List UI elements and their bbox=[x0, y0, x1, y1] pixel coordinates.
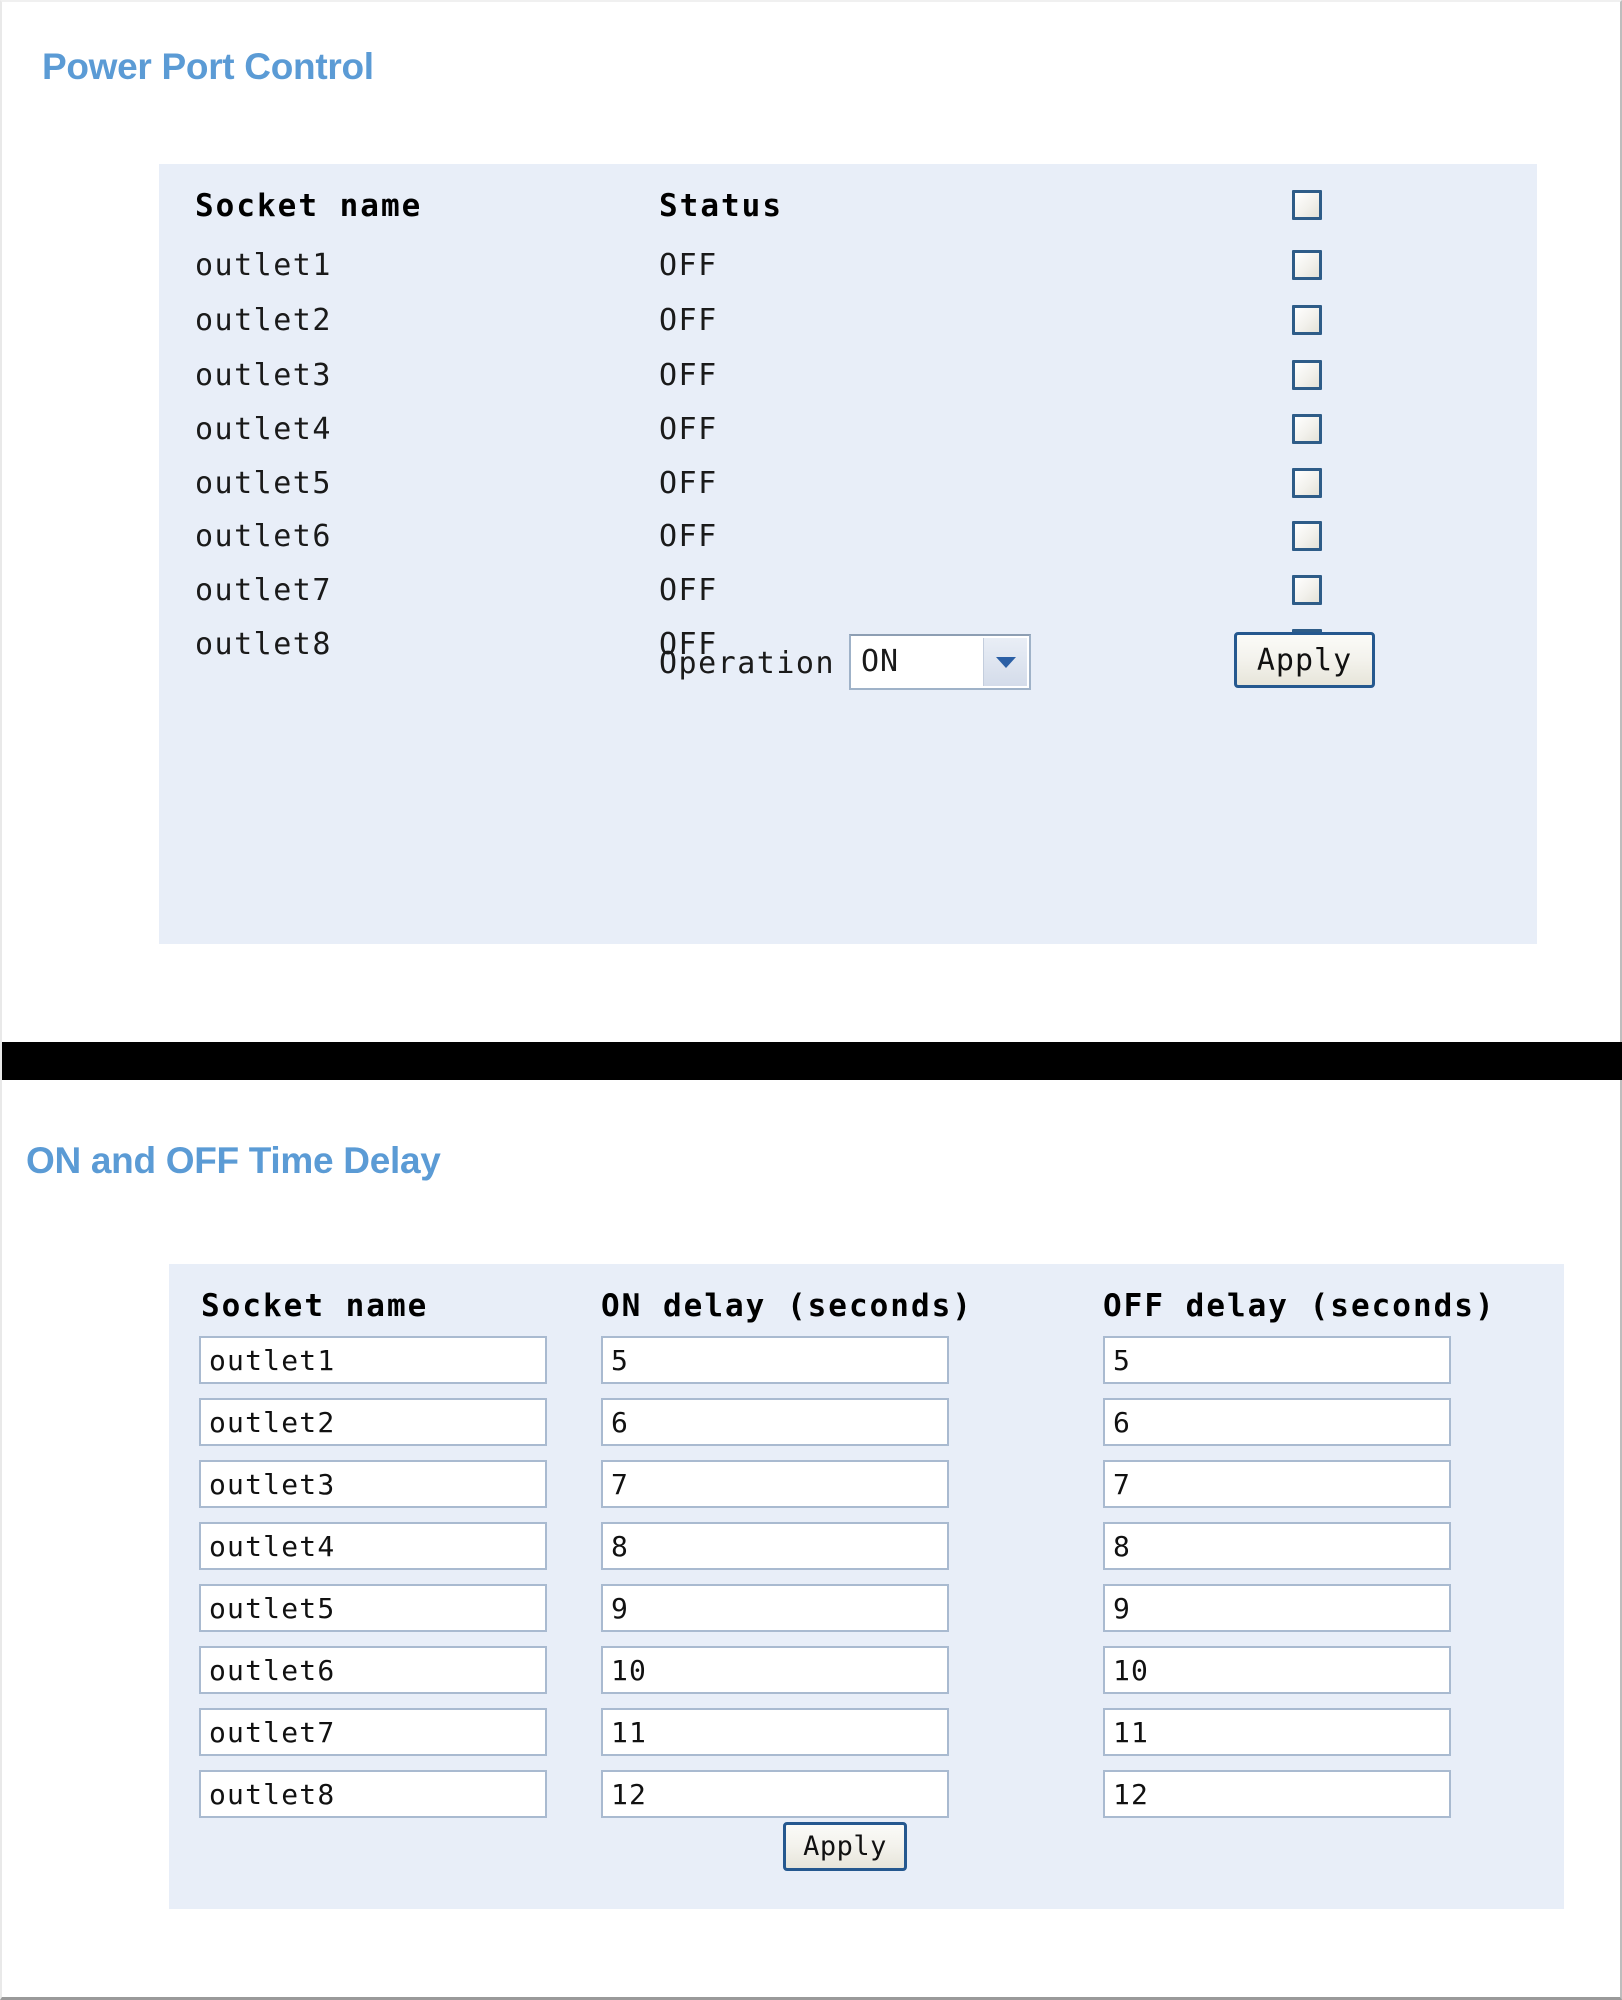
off-delay-input[interactable] bbox=[1103, 1336, 1451, 1384]
socket-status-label: OFF bbox=[659, 248, 718, 283]
socket-name-label: outlet2 bbox=[195, 303, 332, 338]
page-frame: Power Port Control Socket name Status ou… bbox=[0, 0, 1622, 2000]
off-delay-input[interactable] bbox=[1103, 1584, 1451, 1632]
chevron-down-icon[interactable] bbox=[983, 638, 1027, 686]
outlet3-checkbox[interactable] bbox=[1292, 360, 1322, 390]
delay-header-on-delay: ON delay (seconds) bbox=[601, 1288, 973, 1324]
on-delay-input[interactable] bbox=[601, 1708, 949, 1756]
table-row bbox=[169, 1708, 1564, 1770]
socket-name-label: outlet1 bbox=[195, 248, 332, 283]
socket-name-input[interactable] bbox=[199, 1522, 547, 1570]
outlet6-checkbox[interactable] bbox=[1292, 521, 1322, 551]
outlet4-checkbox[interactable] bbox=[1292, 414, 1322, 444]
socket-status-label: OFF bbox=[659, 412, 718, 447]
socket-name-input[interactable] bbox=[199, 1770, 547, 1818]
socket-name-label: outlet7 bbox=[195, 573, 332, 608]
socket-name-input[interactable] bbox=[199, 1336, 547, 1384]
table-row: outlet4 OFF bbox=[159, 408, 1537, 476]
outlet5-checkbox[interactable] bbox=[1292, 468, 1322, 498]
outlet1-checkbox[interactable] bbox=[1292, 250, 1322, 280]
operation-label: Operation bbox=[659, 646, 836, 681]
on-delay-input[interactable] bbox=[601, 1398, 949, 1446]
select-all-checkbox[interactable] bbox=[1292, 190, 1322, 220]
table-row bbox=[169, 1646, 1564, 1708]
table-row bbox=[169, 1336, 1564, 1398]
table-row bbox=[169, 1522, 1564, 1584]
socket-name-label: outlet5 bbox=[195, 466, 332, 501]
on-delay-input[interactable] bbox=[601, 1460, 949, 1508]
socket-name-input[interactable] bbox=[199, 1584, 547, 1632]
outlet7-checkbox[interactable] bbox=[1292, 575, 1322, 605]
outlet2-checkbox[interactable] bbox=[1292, 305, 1322, 335]
power-header-status: Status bbox=[659, 188, 783, 224]
socket-name-label: outlet4 bbox=[195, 412, 332, 447]
socket-status-label: OFF bbox=[659, 519, 718, 554]
socket-name-input[interactable] bbox=[199, 1398, 547, 1446]
power-apply-button[interactable]: Apply bbox=[1234, 632, 1375, 688]
on-delay-input[interactable] bbox=[601, 1584, 949, 1632]
on-delay-input[interactable] bbox=[601, 1770, 949, 1818]
off-delay-input[interactable] bbox=[1103, 1460, 1451, 1508]
section-separator-bar bbox=[2, 1042, 1622, 1080]
off-delay-input[interactable] bbox=[1103, 1770, 1451, 1818]
power-table-header-row: Socket name Status bbox=[159, 180, 1537, 248]
power-port-control-panel: Socket name Status outlet1 OFF outlet2 O… bbox=[159, 164, 1537, 944]
time-delay-title: ON and OFF Time Delay bbox=[26, 1140, 441, 1181]
off-delay-input[interactable] bbox=[1103, 1708, 1451, 1756]
socket-name-input[interactable] bbox=[199, 1646, 547, 1694]
on-delay-input[interactable] bbox=[601, 1336, 949, 1384]
on-delay-input[interactable] bbox=[601, 1646, 949, 1694]
operation-select[interactable]: ON bbox=[849, 634, 1031, 690]
socket-status-label: OFF bbox=[659, 573, 718, 608]
socket-status-label: OFF bbox=[659, 358, 718, 393]
off-delay-input[interactable] bbox=[1103, 1522, 1451, 1570]
off-delay-input[interactable] bbox=[1103, 1398, 1451, 1446]
operation-selected-value: ON bbox=[861, 644, 900, 679]
socket-name-input[interactable] bbox=[199, 1708, 547, 1756]
delay-header-socket-name: Socket name bbox=[201, 1288, 429, 1324]
delay-apply-button[interactable]: Apply bbox=[783, 1822, 907, 1871]
off-delay-input[interactable] bbox=[1103, 1646, 1451, 1694]
power-header-socket-name: Socket name bbox=[195, 188, 423, 224]
delay-header-off-delay: OFF delay (seconds) bbox=[1103, 1288, 1496, 1324]
operation-row: Operation ON Apply bbox=[159, 632, 1537, 714]
socket-name-label: outlet3 bbox=[195, 358, 332, 393]
time-delay-panel: Socket name ON delay (seconds) OFF delay… bbox=[169, 1264, 1564, 1909]
socket-status-label: OFF bbox=[659, 466, 718, 501]
table-row bbox=[169, 1460, 1564, 1522]
socket-name-input[interactable] bbox=[199, 1460, 547, 1508]
socket-status-label: OFF bbox=[659, 303, 718, 338]
power-port-control-title: Power Port Control bbox=[42, 46, 374, 87]
table-row bbox=[169, 1398, 1564, 1460]
on-delay-input[interactable] bbox=[601, 1522, 949, 1570]
table-row bbox=[169, 1584, 1564, 1646]
socket-name-label: outlet6 bbox=[195, 519, 332, 554]
